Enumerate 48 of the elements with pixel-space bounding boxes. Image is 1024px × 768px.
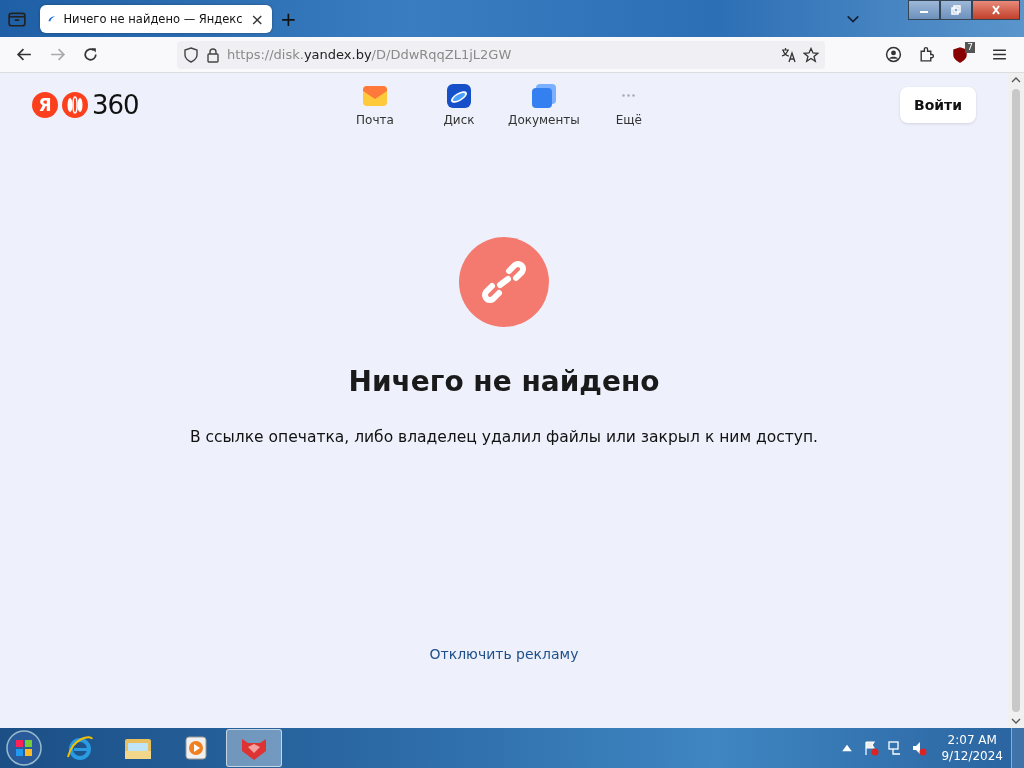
- start-button[interactable]: [4, 728, 44, 768]
- service-link[interactable]: Документы: [508, 83, 580, 127]
- scrollbar[interactable]: [1008, 73, 1024, 728]
- shield-icon[interactable]: [183, 46, 199, 63]
- new-tab-button[interactable]: +: [280, 6, 297, 31]
- close-icon: [990, 5, 1002, 15]
- document-stack-icon: [530, 83, 557, 109]
- more-dots-icon: [622, 94, 636, 97]
- logo-text[interactable]: 360: [92, 90, 139, 120]
- clock-date: 9/12/2024: [941, 748, 1003, 764]
- error-message: В ссылке опечатка, либо владелец удалил файлы или закрыл к ним доступ.: [190, 428, 818, 446]
- scroll-up-icon[interactable]: [1011, 77, 1021, 83]
- browser-tab[interactable]: Ничего не найдено — Яндекс ×: [40, 5, 272, 33]
- chevron-down-icon[interactable]: [846, 13, 860, 24]
- shield-extension-button[interactable]: [951, 45, 970, 64]
- service-link[interactable]: Диск: [424, 83, 494, 127]
- back-icon[interactable]: [16, 46, 33, 63]
- url-text[interactable]: https://disk.yandex.by/D/DdwRqqZL1jL2GW: [227, 47, 512, 62]
- error-title: Ничего не найдено: [348, 365, 660, 398]
- logo-letter[interactable]: Я: [32, 92, 58, 118]
- translate-icon[interactable]: [781, 46, 797, 63]
- disable-ads-link[interactable]: Отключить рекламу: [429, 646, 579, 662]
- close-button[interactable]: [972, 0, 1020, 20]
- address-bar[interactable]: https://disk.yandex.by/D/DdwRqqZL1jL2GW: [177, 40, 825, 69]
- extensions-icon[interactable]: [918, 46, 936, 63]
- logo-rings-icon[interactable]: [60, 92, 90, 118]
- scroll-down-icon[interactable]: [1011, 718, 1021, 724]
- minimize-button[interactable]: [908, 0, 940, 20]
- speaker-muted-icon[interactable]: [911, 740, 928, 756]
- taskbar-app-button[interactable]: [226, 729, 282, 767]
- tab-close-button[interactable]: ×: [250, 9, 264, 29]
- restore-button[interactable]: [940, 0, 972, 20]
- account-icon[interactable]: [885, 46, 903, 63]
- tab-title: Ничего не найдено — Яндекс: [63, 12, 243, 26]
- flag-icon[interactable]: [863, 740, 880, 756]
- service-link[interactable]: Почта: [340, 83, 410, 127]
- service-link[interactable]: Ещё: [593, 83, 664, 127]
- clock-time: 2:07 AM: [947, 732, 997, 748]
- reload-icon[interactable]: [82, 46, 99, 63]
- browser-e-icon: [65, 733, 95, 763]
- lock-icon[interactable]: [205, 46, 221, 63]
- envelope-icon: [362, 83, 388, 109]
- badge-count: 7: [965, 42, 975, 53]
- broken-link-icon: [459, 237, 549, 327]
- clock[interactable]: 2:07 AM 9/12/2024: [941, 732, 1003, 764]
- login-button[interactable]: Войти: [899, 87, 976, 123]
- bookmark-star-icon[interactable]: [803, 46, 819, 63]
- restore-icon: [950, 5, 962, 15]
